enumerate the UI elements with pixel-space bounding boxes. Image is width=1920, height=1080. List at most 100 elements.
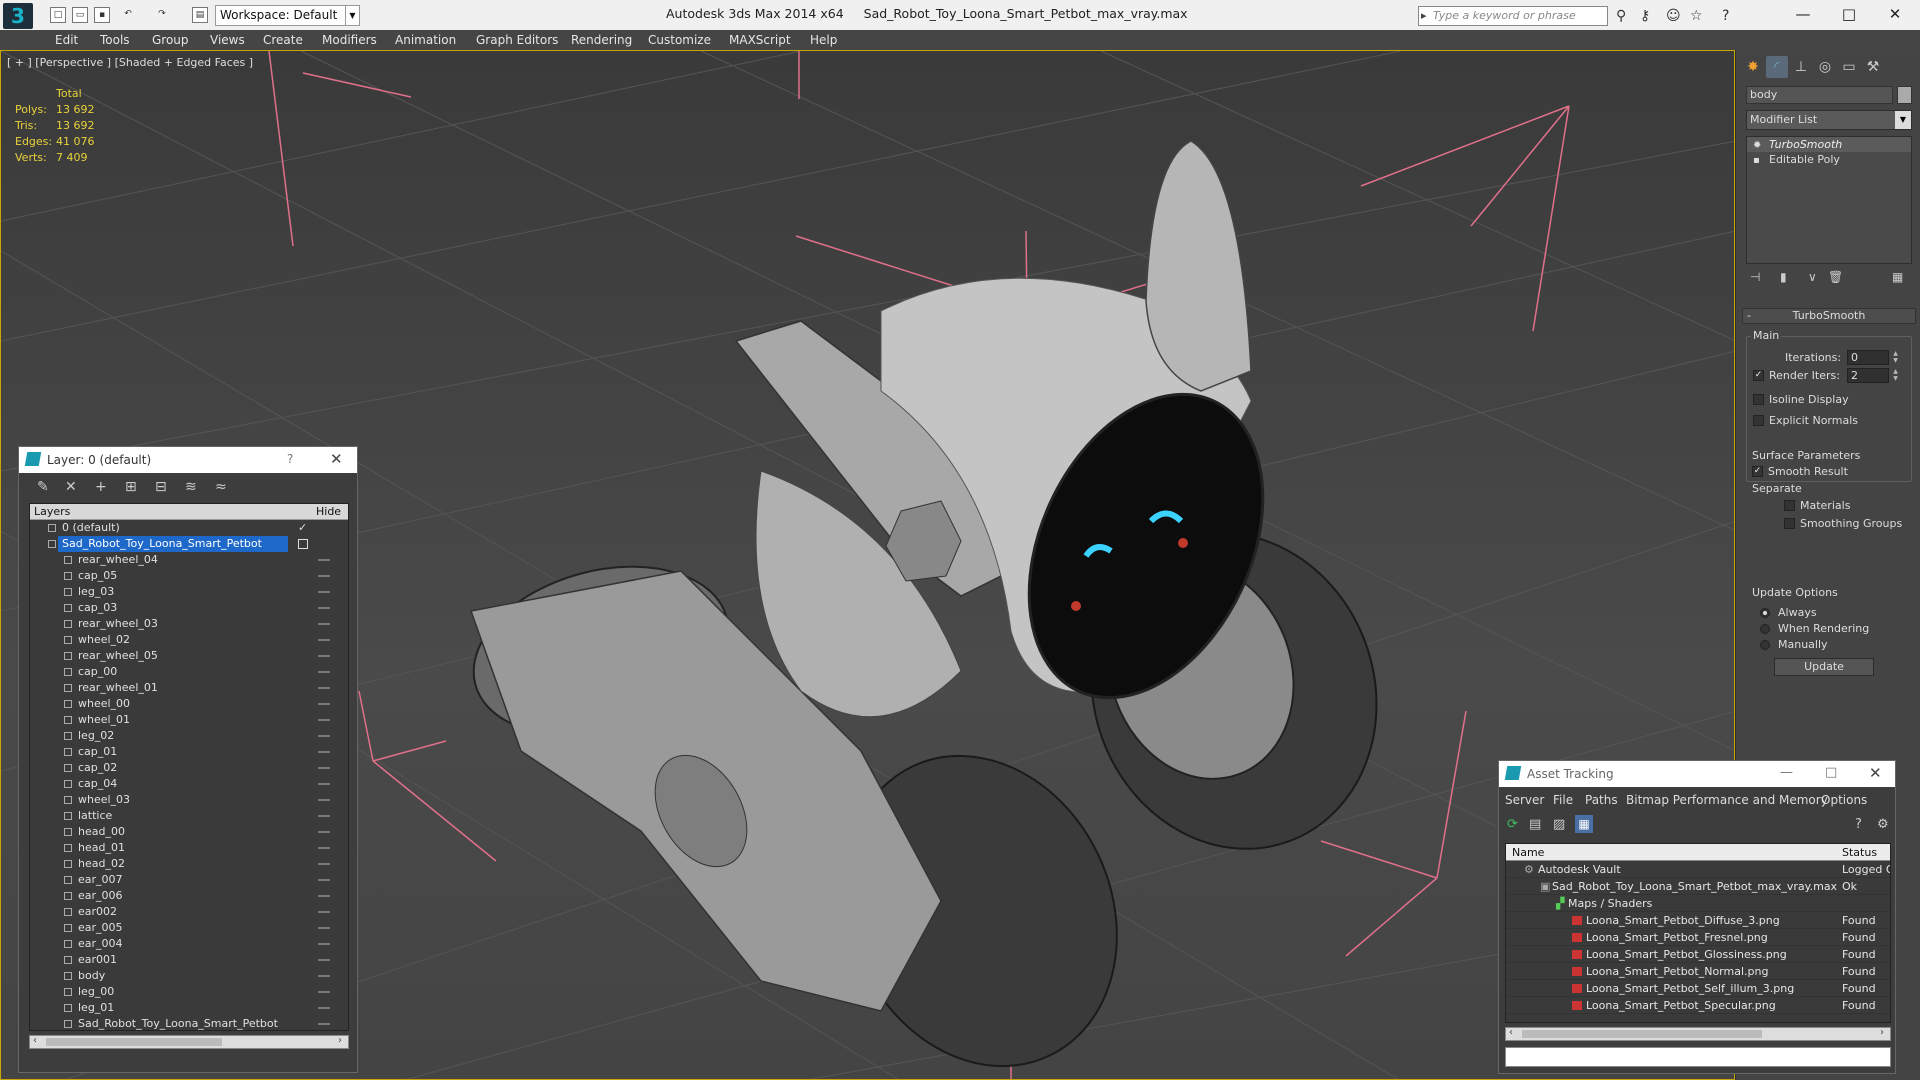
hide-toggle[interactable] (318, 671, 330, 673)
maximize-button[interactable]: □ (1826, 0, 1872, 30)
scroll-left-icon[interactable]: ‹ (1509, 1027, 1513, 1038)
minimize-button[interactable]: — (1780, 0, 1826, 30)
hide-toggle[interactable] (318, 639, 330, 641)
scroll-thumb[interactable] (1522, 1030, 1762, 1038)
object-row[interactable]: head_00 (30, 824, 348, 840)
add-to-layer-icon[interactable]: + (95, 479, 107, 495)
hide-toggle[interactable] (318, 927, 330, 929)
object-row[interactable]: body (30, 968, 348, 984)
asset-row[interactable]: Loona_Smart_Petbot_Specular.png Found (1506, 997, 1890, 1014)
turbosmooth-rollout-header[interactable]: - TurboSmooth (1742, 308, 1916, 324)
smooth-result-checkbox[interactable]: ✓ (1752, 466, 1763, 477)
hide-toggle[interactable] (318, 1023, 330, 1025)
object-row[interactable]: rear_wheel_05 (30, 648, 348, 664)
object-row[interactable]: cap_00 (30, 664, 348, 680)
object-row[interactable]: ear001 (30, 952, 348, 968)
expand-icon[interactable]: ▪ (1753, 153, 1760, 168)
object-row[interactable]: Sad_Robot_Toy_Loona_Smart_Petbot (30, 1016, 348, 1030)
make-unique-icon[interactable]: ∨ (1808, 270, 1817, 284)
hide-toggle[interactable] (318, 719, 330, 721)
object-row[interactable]: leg_03 (30, 584, 348, 600)
object-name-field[interactable]: body (1746, 86, 1893, 104)
show-end-result-icon[interactable]: ▮ (1780, 270, 1787, 284)
remove-modifier-icon[interactable]: 🗑 (1828, 270, 1843, 284)
menu-customize[interactable]: Customize (648, 33, 711, 47)
menu-views[interactable]: Views (210, 33, 245, 47)
menu-graph-editors[interactable]: Graph Editors (476, 33, 558, 47)
binoculars-icon[interactable]: ⚲ (1616, 8, 1626, 24)
close-icon[interactable]: ✕ (1869, 764, 1882, 782)
motion-tab-icon[interactable]: ◎ (1814, 56, 1836, 78)
hide-toggle[interactable] (318, 943, 330, 945)
current-layer-icon[interactable] (298, 539, 308, 549)
asset-horizontal-scrollbar[interactable]: ‹ › (1505, 1027, 1891, 1041)
select-objects-icon[interactable]: ⊞ (125, 479, 137, 495)
menu-modifiers[interactable]: Modifiers (322, 33, 377, 47)
object-row[interactable]: cap_04 (30, 776, 348, 792)
layer-row-selected[interactable]: Sad_Robot_Toy_Loona_Smart_Petbot (30, 536, 348, 552)
pin-stack-icon[interactable]: ⊣ (1750, 270, 1760, 284)
object-row[interactable]: lattice (30, 808, 348, 824)
hide-toggle[interactable] (318, 815, 330, 817)
workspace-select[interactable]: Workspace: Default ▼ (215, 5, 360, 26)
hide-toggle[interactable] (318, 831, 330, 833)
update-button[interactable]: Update (1774, 658, 1874, 676)
manually-radio[interactable] (1760, 640, 1770, 650)
modifier-list-dropdown[interactable]: Modifier List ▼ (1746, 110, 1912, 130)
help-context-icon[interactable]: ⚙ (1877, 817, 1889, 832)
redo-icon[interactable]: ↷ (154, 7, 170, 23)
asset-row[interactable]: ▞ Maps / Shaders (1506, 895, 1890, 912)
open-file-icon[interactable]: ▭ (72, 7, 88, 23)
col-layers[interactable]: Layers (34, 505, 70, 518)
object-row[interactable]: leg_00 (30, 984, 348, 1000)
delete-layer-icon[interactable]: ✕ (65, 479, 77, 495)
help-icon[interactable]: ? (1855, 817, 1862, 832)
table-view-icon[interactable]: ▦ (1575, 815, 1593, 833)
asset-menu-file[interactable]: File (1553, 793, 1573, 807)
materials-checkbox[interactable] (1784, 500, 1795, 511)
hide-toggle[interactable] (318, 591, 330, 593)
project-folder-icon[interactable]: ▤ (192, 7, 208, 23)
user-icon[interactable]: ☺ (1666, 8, 1681, 24)
asset-row[interactable]: Loona_Smart_Petbot_Normal.png Found (1506, 963, 1890, 980)
create-tab-icon[interactable]: ✸ (1742, 56, 1764, 78)
asset-menu-server[interactable]: Server (1505, 793, 1544, 807)
hide-toggle[interactable] (318, 1007, 330, 1009)
menu-group[interactable]: Group (152, 33, 189, 47)
utilities-tab-icon[interactable]: ⚒ (1862, 56, 1884, 78)
hide-toggle[interactable] (318, 655, 330, 657)
maximize-icon[interactable]: □ (1825, 765, 1837, 780)
menu-help[interactable]: Help (810, 33, 837, 47)
hide-toggle[interactable] (318, 975, 330, 977)
object-row[interactable]: rear_wheel_04 (30, 552, 348, 568)
hide-all-icon[interactable]: ≋ (185, 479, 197, 495)
hide-toggle[interactable] (318, 735, 330, 737)
asset-row[interactable]: ⚙ Autodesk Vault Logged Ou (1506, 861, 1890, 878)
render-iters-checkbox[interactable]: ✓ (1753, 370, 1764, 381)
menu-animation[interactable]: Animation (395, 33, 456, 47)
scroll-right-icon[interactable]: › (338, 1035, 342, 1046)
modifier-stack[interactable]: ✹ TurboSmooth ▪ Editable Poly (1746, 136, 1912, 264)
hide-toggle[interactable] (318, 783, 330, 785)
star-icon[interactable]: ☆ (1690, 8, 1703, 24)
menu-create[interactable]: Create (263, 33, 303, 47)
menu-rendering[interactable]: Rendering (571, 33, 632, 47)
viewport-label[interactable]: [ + ] [Perspective ] [Shaded + Edged Fac… (7, 56, 253, 69)
hide-toggle[interactable] (318, 623, 330, 625)
asset-path-field[interactable] (1505, 1047, 1891, 1067)
hide-toggle[interactable] (318, 751, 330, 753)
close-icon[interactable]: ✕ (330, 450, 343, 468)
menu-tools[interactable]: Tools (100, 33, 130, 47)
object-row[interactable]: ear_007 (30, 872, 348, 888)
object-row[interactable]: leg_02 (30, 728, 348, 744)
hide-toggle[interactable] (318, 991, 330, 993)
asset-row[interactable]: ▣ Sad_Robot_Toy_Loona_Smart_Petbot_max_vr… (1506, 878, 1890, 895)
asset-row[interactable]: Loona_Smart_Petbot_Diffuse_3.png Found (1506, 912, 1890, 929)
object-row[interactable]: ear_005 (30, 920, 348, 936)
when-rendering-radio[interactable] (1760, 624, 1770, 634)
configure-modifier-sets-icon[interactable]: ▦ (1892, 270, 1903, 284)
help-icon[interactable]: ? (287, 452, 293, 466)
object-row[interactable]: wheel_03 (30, 792, 348, 808)
spinner-arrows-icon[interactable]: ▲ ▼ (1891, 350, 1900, 365)
object-row[interactable]: ear_004 (30, 936, 348, 952)
